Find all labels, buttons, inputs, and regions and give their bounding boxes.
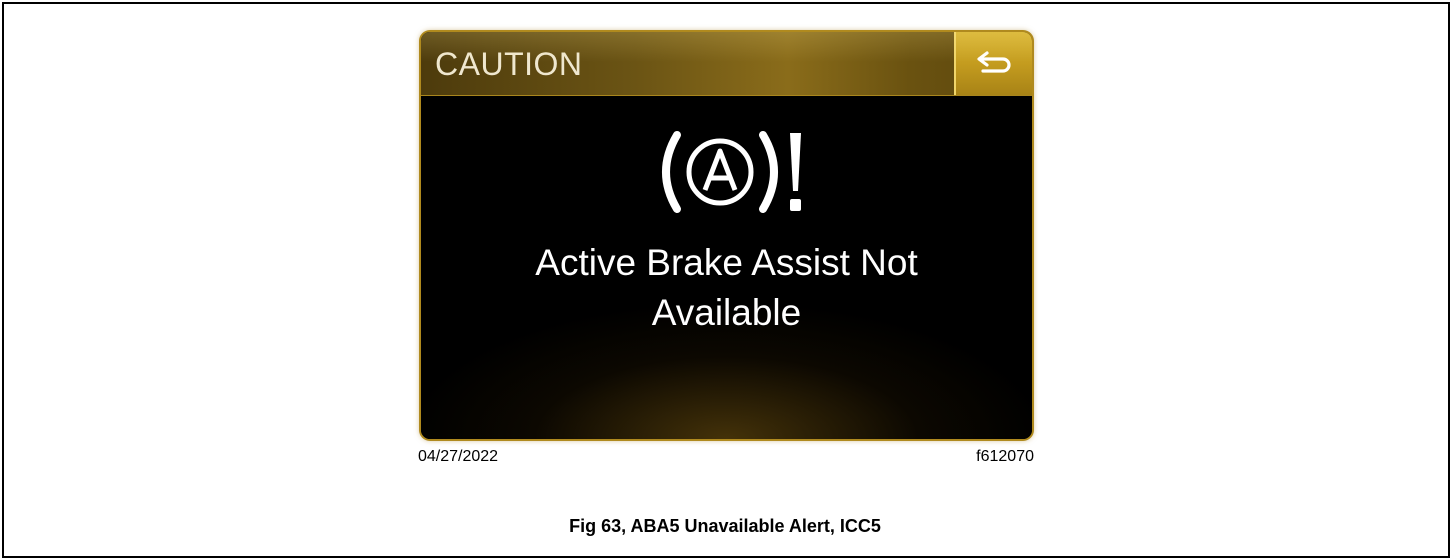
- figure-date: 04/27/2022: [418, 448, 499, 465]
- alert-title: CAUTION: [435, 46, 583, 82]
- back-button[interactable]: [954, 32, 1032, 95]
- figure-caption: Fig 63, ABA5 Unavailable Alert, ICC5: [569, 516, 881, 536]
- cluster-display: CAUTION Active Brake Assist Not Availabl…: [421, 32, 1032, 439]
- active-brake-assist-warning-icon: [649, 127, 809, 217]
- alert-message-line-2: Available: [651, 292, 802, 333]
- back-arrow-icon: [976, 50, 1012, 77]
- alert-header: CAUTION: [421, 32, 1032, 96]
- alert-message-line-1: Active Brake Assist Not: [535, 242, 918, 283]
- figure-id: f612070: [976, 448, 1034, 465]
